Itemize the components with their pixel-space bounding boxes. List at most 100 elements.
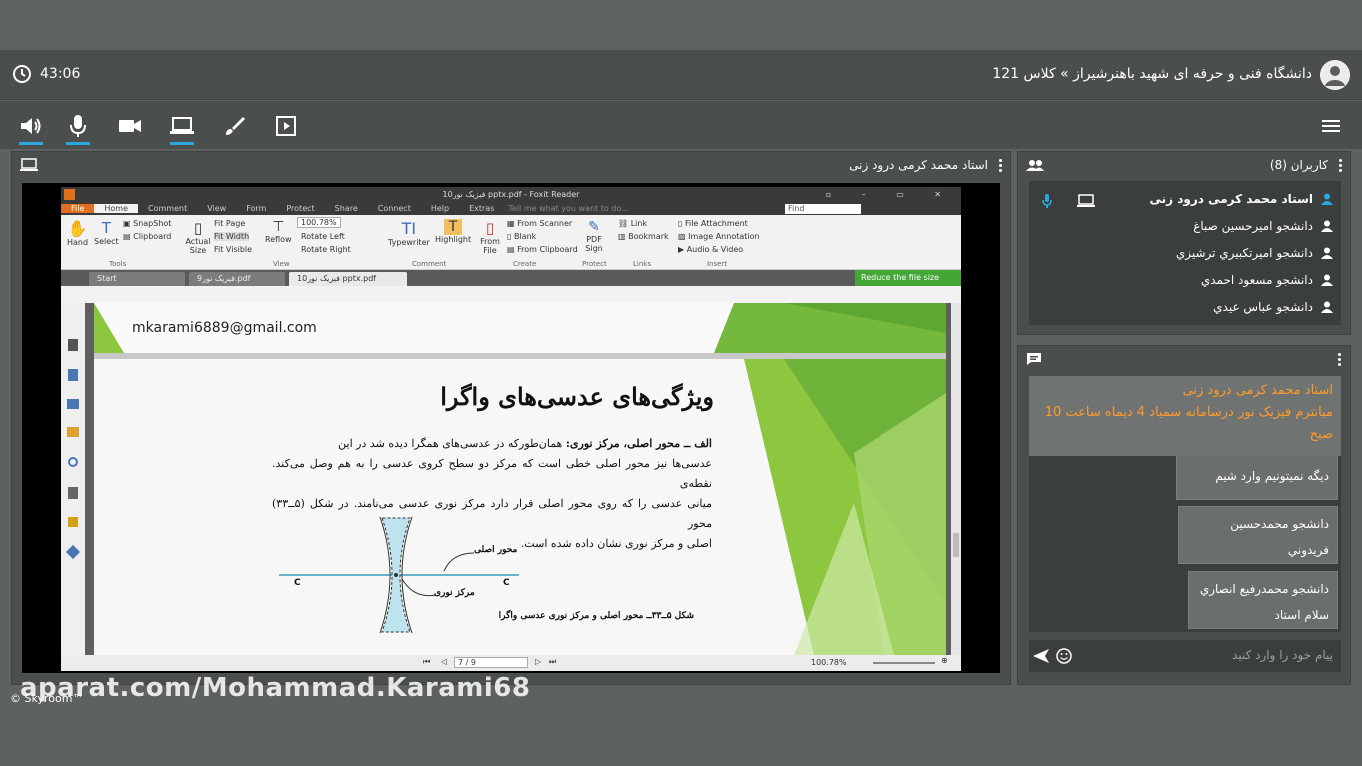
menu-view[interactable]: View (197, 204, 236, 213)
audio-video-button[interactable]: ▶ Audio & Video (678, 245, 743, 254)
zoom-in-icon[interactable]: ⊕ (941, 656, 948, 665)
camera-icon[interactable] (116, 112, 144, 140)
presentation-icon[interactable] (272, 112, 300, 140)
vertical-scrollbar[interactable] (951, 303, 961, 655)
menu-form[interactable]: Form (236, 204, 276, 213)
send-icon[interactable] (1032, 648, 1050, 664)
create-group-label: Create (513, 260, 537, 268)
rotate-right-button[interactable]: Rotate Right (301, 245, 351, 254)
user-row[interactable]: دانشجو مسعود احمدي (1201, 270, 1333, 290)
fit-width-button[interactable]: Fit Width (214, 232, 250, 241)
brush-icon[interactable] (220, 112, 248, 140)
user-person-icon (1321, 220, 1333, 232)
pen-tool-icon[interactable] (65, 544, 81, 560)
user-row-presenter[interactable]: استاد محمد کرمی درود زنی (1150, 189, 1333, 209)
zoom-slider[interactable] (873, 662, 935, 664)
reflow-button[interactable]: ⊤ Reflow (265, 219, 292, 244)
user-row[interactable]: دانشجو اميرتکبيري ترشيزي (1176, 243, 1333, 263)
pen-sign-icon: ✎ (588, 219, 600, 235)
fit-visible-button[interactable]: Fit Visible (214, 245, 252, 254)
paste-icon: ▤ (507, 245, 518, 254)
skyroom-brand: © Skyroom™ (10, 692, 84, 705)
image-annotation-button[interactable]: ▨ Image Annotation (678, 232, 760, 241)
tab-doc-9[interactable]: فیزیک نور9.pdf (189, 272, 285, 286)
screen-share-icon[interactable] (168, 112, 196, 145)
user-icon (1320, 60, 1350, 90)
pdf-sign-button[interactable]: ✎ PDF Sign (583, 219, 605, 253)
toolbar (0, 101, 1362, 149)
menu-icon[interactable] (1317, 112, 1345, 140)
tell-me-box[interactable]: Tell me what you want to do... (504, 204, 638, 213)
clipboard-button[interactable]: ▤ Clipboard (123, 232, 171, 241)
foxit-title-bar: 10فیزیک نور pptx.pdf - Foxit Reader ▫ – … (61, 187, 961, 202)
menu-help[interactable]: Help (421, 204, 459, 213)
user-row[interactable]: دانشجو اميرحسين صباغ (1193, 216, 1333, 236)
speaker-icon[interactable] (17, 112, 45, 145)
file-attachment-button[interactable]: ▯ File Attachment (678, 219, 748, 228)
first-page-icon[interactable]: ⏮ (423, 657, 430, 667)
blank-button[interactable]: ▯ Blank (507, 232, 536, 241)
actual-size-button[interactable]: ▯ Actual Size (185, 219, 211, 255)
layers-icon[interactable] (67, 399, 79, 409)
slide-heading: ویژگی‌های عدسی‌های واگرا (440, 382, 714, 411)
figure-caption: شکل ۵ــ۳۳ــ محور اصلی و مرکز نوری عدسی و… (498, 611, 694, 621)
bookmarks-icon[interactable] (68, 339, 78, 351)
document-tabs: Start فیزیک نور9.pdf فیزیک نور10 pptx.pd… (61, 270, 961, 286)
from-clipboard-button[interactable]: ▤ From Clipboard (507, 245, 578, 254)
menu-extras[interactable]: Extras (459, 204, 504, 213)
status-zoom[interactable]: 100.78% (811, 658, 847, 667)
comments-icon[interactable] (67, 427, 79, 437)
pages-icon[interactable] (68, 369, 78, 381)
menu-file[interactable]: File (61, 204, 95, 213)
tab-start[interactable]: Start (89, 272, 185, 286)
reduce-file-size-button[interactable]: Reduce the file size (855, 270, 961, 286)
hand-icon: ✋ (67, 219, 88, 238)
kebab-menu-icon[interactable] (998, 158, 1002, 172)
lock-icon[interactable] (68, 517, 78, 527)
menu-share[interactable]: Share (325, 204, 368, 213)
link-button[interactable]: ⛓ Link (618, 219, 647, 228)
user-name: دانشجو مسعود احمدي (1200, 273, 1313, 287)
typewriter-button[interactable]: TI Typewriter (388, 219, 430, 247)
tab-doc-10[interactable]: فیزیک نور10 pptx.pdf (289, 272, 407, 286)
chat-message: دانشجو محمدرفيع انصاري سلام استاد (1188, 571, 1338, 629)
rotate-left-button[interactable]: Rotate Left (301, 232, 345, 241)
highlight-button[interactable]: T Highlight (435, 219, 471, 244)
scroll-thumb[interactable] (953, 533, 959, 557)
from-file-button[interactable]: ▯ From File (479, 219, 501, 255)
bookmark-button[interactable]: ▥ Bookmark (618, 232, 669, 241)
select-tool[interactable]: T Select (94, 219, 119, 246)
next-page-icon[interactable]: ▷ (535, 657, 541, 666)
blank-page-icon: ▯ (507, 232, 514, 241)
user-row[interactable]: دانشجو عباس عيدي (1213, 297, 1333, 317)
chat-input[interactable]: پیام خود را وارد کنید (1232, 648, 1333, 662)
menu-comment[interactable]: Comment (138, 204, 197, 213)
paperclip-icon: ▯ (678, 219, 685, 228)
image-icon: ▨ (678, 232, 689, 241)
prev-page-icon[interactable]: ◁ (441, 657, 447, 666)
hand-tool[interactable]: ✋ Hand (67, 219, 88, 247)
typewriter-icon: TI (401, 219, 417, 238)
label-optical-center: مرکز نوری (434, 588, 475, 598)
last-page-icon[interactable]: ⏭ (549, 657, 556, 667)
menu-protect[interactable]: Protect (276, 204, 324, 213)
menu-home[interactable]: Home (94, 204, 139, 213)
zoom-select[interactable]: 100.78% (297, 217, 341, 228)
from-scanner-button[interactable]: ▦ From Scanner (507, 219, 572, 228)
window-controls[interactable]: ▫ – ▭ ✕ (826, 187, 955, 202)
menu-connect[interactable]: Connect (368, 204, 421, 213)
microphone-icon[interactable] (64, 112, 92, 145)
foxit-reader-window: 10فیزیک نور pptx.pdf - Foxit Reader ▫ – … (61, 187, 961, 671)
chat-kebab-menu-icon[interactable] (1338, 352, 1342, 366)
attachments-icon[interactable] (68, 457, 78, 467)
signature-icon[interactable] (68, 487, 78, 499)
media-icon: ▶ (678, 245, 687, 254)
users-kebab-menu-icon[interactable] (1338, 158, 1342, 172)
find-input[interactable]: Find (785, 203, 861, 214)
emoji-icon[interactable] (1056, 648, 1072, 664)
slide-email: mkarami6889@gmail.com (132, 320, 317, 336)
user-avatar[interactable] (1320, 60, 1350, 90)
page-number-input[interactable]: 7 / 9 (454, 657, 528, 668)
snapshot-button[interactable]: ▣ SnapShot (123, 219, 171, 228)
fit-page-button[interactable]: Fit Page (214, 219, 245, 228)
